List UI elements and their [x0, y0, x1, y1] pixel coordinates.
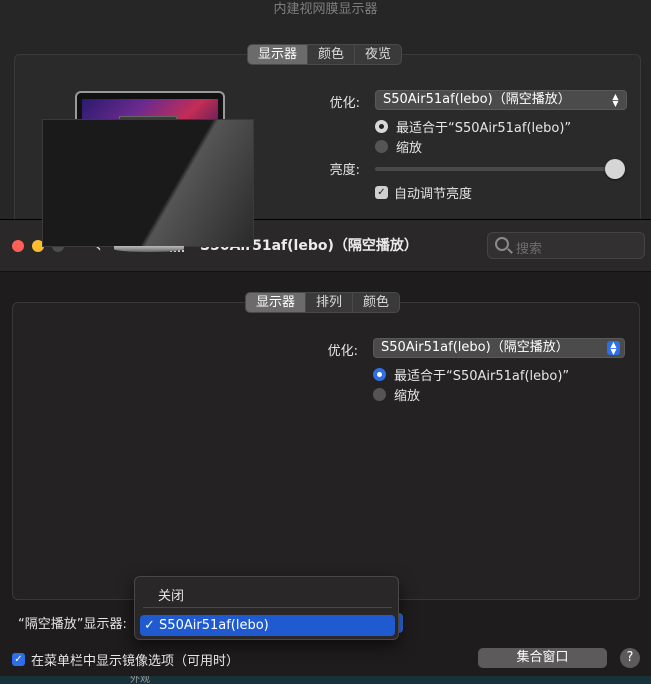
- airplay-dropdown-menu: 关闭 ✓ S50Air51af(lebo): [134, 576, 399, 640]
- brightness-label: 亮度:: [329, 163, 360, 178]
- tab-display[interactable]: 显示器: [246, 293, 307, 312]
- help-button[interactable]: ?: [620, 648, 640, 668]
- search-icon: [495, 237, 509, 251]
- gather-windows-button[interactable]: 集合窗口: [478, 648, 607, 668]
- menu-bar-mirroring-label: 在菜单栏中显示镜像选项（可用时）: [31, 654, 240, 669]
- radio-best-for-label: 最适合于“S50Air51af(lebo)”: [394, 369, 570, 384]
- back-optimize-value: S50Air51af(lebo)（隔空播放）: [383, 92, 571, 107]
- back-tab-display[interactable]: 显示器: [248, 45, 309, 64]
- back-radio-best[interactable]: 最适合于“S50Air51af(lebo)”: [375, 117, 571, 136]
- radio-selected-icon: [373, 368, 386, 381]
- popup-arrows-icon: ▲ ▼: [612, 92, 619, 108]
- back-tab-nightshift[interactable]: 夜览: [355, 45, 401, 64]
- back-tab-bar: 显示器 颜色 夜览: [247, 44, 403, 65]
- tab-arrangement[interactable]: 排列: [306, 293, 354, 312]
- close-window-button[interactable]: [12, 240, 24, 252]
- background-window-strip: [0, 676, 651, 684]
- auto-brightness-label: 自动调节亮度: [394, 187, 473, 202]
- menu-item-device[interactable]: ✓ S50Air51af(lebo): [140, 615, 395, 636]
- menu-separator: [143, 607, 392, 608]
- back-window-title: 内建视网膜显示器: [273, 2, 378, 17]
- search-input[interactable]: 搜索: [487, 232, 645, 259]
- back-optimize-label: 优化:: [329, 96, 360, 111]
- auto-brightness-checkbox[interactable]: ✓ 自动调节亮度: [375, 183, 472, 202]
- radio-scaled-label: 缩放: [394, 389, 421, 404]
- back-radio-best-label: 最适合于“S50Air51af(lebo)”: [396, 121, 572, 136]
- back-optimize-popup[interactable]: S50Air51af(lebo)（隔空播放） ▲ ▼: [375, 90, 627, 110]
- radio-best-for[interactable]: 最适合于“S50Air51af(lebo)”: [373, 365, 569, 384]
- brightness-slider[interactable]: [375, 159, 625, 179]
- search-placeholder: 搜索: [516, 242, 543, 257]
- radio-unselected-icon: [373, 388, 386, 401]
- checkmark-icon: ✓: [375, 186, 388, 199]
- checkmark-icon: ✓: [12, 653, 25, 666]
- back-radio-scaled[interactable]: 缩放: [375, 137, 422, 156]
- radio-selected-icon: [375, 120, 388, 133]
- airplay-display-label: “隔空播放”显示器:: [18, 617, 127, 632]
- optimize-label: 优化:: [327, 344, 358, 359]
- tab-color[interactable]: 颜色: [353, 293, 399, 312]
- back-radio-scaled-label: 缩放: [396, 141, 423, 156]
- optimize-value: S50Air51af(lebo)（隔空播放）: [381, 340, 569, 355]
- background-window-text: 外观: [130, 676, 150, 684]
- front-tab-bar: 显示器 排列 颜色: [245, 292, 401, 313]
- menu-item-device-label: S50Air51af(lebo): [159, 618, 269, 633]
- brightness-slider-knob[interactable]: [605, 159, 625, 179]
- checkmark-icon: ✓: [144, 618, 155, 633]
- back-tab-color[interactable]: 颜色: [308, 45, 356, 64]
- menu-item-off[interactable]: 关闭: [158, 585, 184, 604]
- radio-scaled[interactable]: 缩放: [373, 385, 420, 404]
- tv-stand: [114, 246, 184, 252]
- popup-arrows-icon: ▲ ▼: [607, 341, 620, 356]
- optimize-popup[interactable]: S50Air51af(lebo)（隔空播放） ▲ ▼: [373, 338, 625, 358]
- menu-bar-mirroring-checkbox[interactable]: ✓ 在菜单栏中显示镜像选项（可用时）: [12, 650, 239, 669]
- radio-unselected-icon: [375, 140, 388, 153]
- tv-display-illustration: [42, 119, 254, 247]
